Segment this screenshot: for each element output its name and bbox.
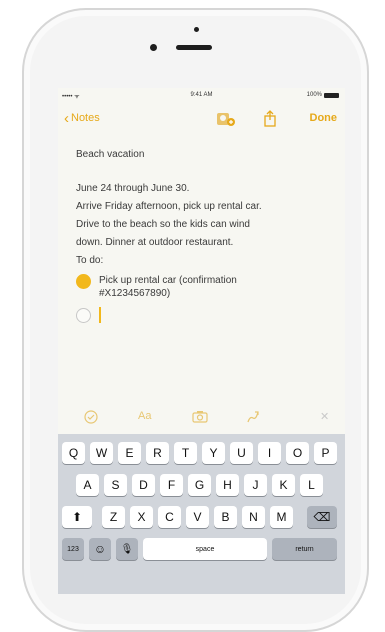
note-title: Beach vacation	[76, 149, 145, 160]
key-s[interactable]: S	[104, 474, 127, 496]
battery-percent: 100%	[306, 92, 322, 98]
dictation-key[interactable]: 🎙	[116, 538, 138, 560]
return-key[interactable]: return	[272, 538, 337, 560]
back-button[interactable]: ‹ Notes	[64, 109, 100, 127]
key-l[interactable]: L	[300, 474, 323, 496]
back-label: Notes	[71, 112, 100, 124]
key-m[interactable]: M	[270, 506, 293, 528]
keyboard: Q W E R T Y U I O P A S D F G H J K L ⬆ …	[58, 434, 345, 594]
key-f[interactable]: F	[160, 474, 183, 496]
text-cursor	[99, 307, 101, 323]
note-body-line: Drive to the beach so the kids can wind	[76, 219, 250, 230]
screen: ••••• ᯤ 9:41 AM 100% ‹ Notes Done Beach …	[58, 88, 345, 594]
key-h[interactable]: H	[216, 474, 239, 496]
numbers-key[interactable]: 123	[62, 538, 84, 560]
add-people-icon[interactable]	[215, 110, 237, 133]
key-q[interactable]: Q	[62, 442, 85, 464]
battery-icon	[324, 92, 339, 98]
key-g[interactable]: G	[188, 474, 211, 496]
shift-key[interactable]: ⬆	[62, 506, 92, 528]
emoji-key[interactable]: ☺	[89, 538, 111, 560]
camera-icon[interactable]	[192, 410, 208, 426]
key-a[interactable]: A	[76, 474, 99, 496]
battery-indicator: 100%	[307, 92, 339, 98]
delete-key[interactable]: ⌫	[307, 506, 337, 528]
note-body-line: Arrive Friday afternoon, pick up rental …	[76, 201, 262, 212]
share-icon[interactable]	[263, 110, 277, 133]
status-time: 9:41 AM	[190, 92, 213, 98]
note-body: June 24 through June 30. Arrive Friday a…	[76, 180, 338, 252]
key-t[interactable]: T	[174, 442, 197, 464]
checklist-item-empty	[76, 306, 338, 323]
key-o[interactable]: O	[286, 442, 309, 464]
unchecked-checkbox[interactable]	[76, 308, 91, 323]
checklist-item-text: Pick up rental car (confirmation #X12345…	[99, 272, 237, 300]
earpiece-speaker	[176, 45, 212, 50]
key-e[interactable]: E	[118, 442, 141, 464]
note-body-line: June 24 through June 30.	[76, 183, 190, 194]
space-key[interactable]: space	[143, 538, 267, 560]
done-button[interactable]: Done	[310, 112, 338, 124]
key-j[interactable]: J	[244, 474, 267, 496]
key-n[interactable]: N	[242, 506, 265, 528]
checklist-text-line: #X1234567890)	[99, 288, 171, 299]
todo-heading: To do:	[76, 255, 104, 266]
key-z[interactable]: Z	[102, 506, 125, 528]
chevron-left-icon: ‹	[64, 109, 69, 127]
key-r[interactable]: R	[146, 442, 169, 464]
status-bar: ••••• ᯤ 9:41 AM 100%	[58, 88, 345, 102]
checked-checkbox[interactable]	[76, 274, 91, 289]
key-y[interactable]: Y	[202, 442, 225, 464]
navigation-bar: ‹ Notes Done	[58, 102, 345, 138]
key-x[interactable]: X	[130, 506, 153, 528]
format-text-button[interactable]: Aa	[138, 410, 151, 422]
checklist-text-line: Pick up rental car (confirmation	[99, 275, 237, 286]
key-c[interactable]: C	[158, 506, 181, 528]
checklist-item: Pick up rental car (confirmation #X12345…	[76, 272, 338, 300]
front-camera	[150, 44, 157, 51]
key-i[interactable]: I	[258, 442, 281, 464]
key-b[interactable]: B	[214, 506, 237, 528]
key-v[interactable]: V	[186, 506, 209, 528]
proximity-sensor	[194, 27, 199, 32]
key-w[interactable]: W	[90, 442, 113, 464]
key-p[interactable]: P	[314, 442, 337, 464]
format-toolbar: Aa ✕	[58, 404, 345, 432]
key-d[interactable]: D	[132, 474, 155, 496]
checklist-icon[interactable]	[84, 410, 98, 427]
key-k[interactable]: K	[272, 474, 295, 496]
note-body-line: down. Dinner at outdoor restaurant.	[76, 237, 234, 248]
key-u[interactable]: U	[230, 442, 253, 464]
sketch-icon[interactable]	[246, 410, 260, 427]
note-content[interactable]: Beach vacation June 24 through June 30. …	[76, 146, 338, 323]
close-icon[interactable]: ✕	[320, 410, 329, 423]
